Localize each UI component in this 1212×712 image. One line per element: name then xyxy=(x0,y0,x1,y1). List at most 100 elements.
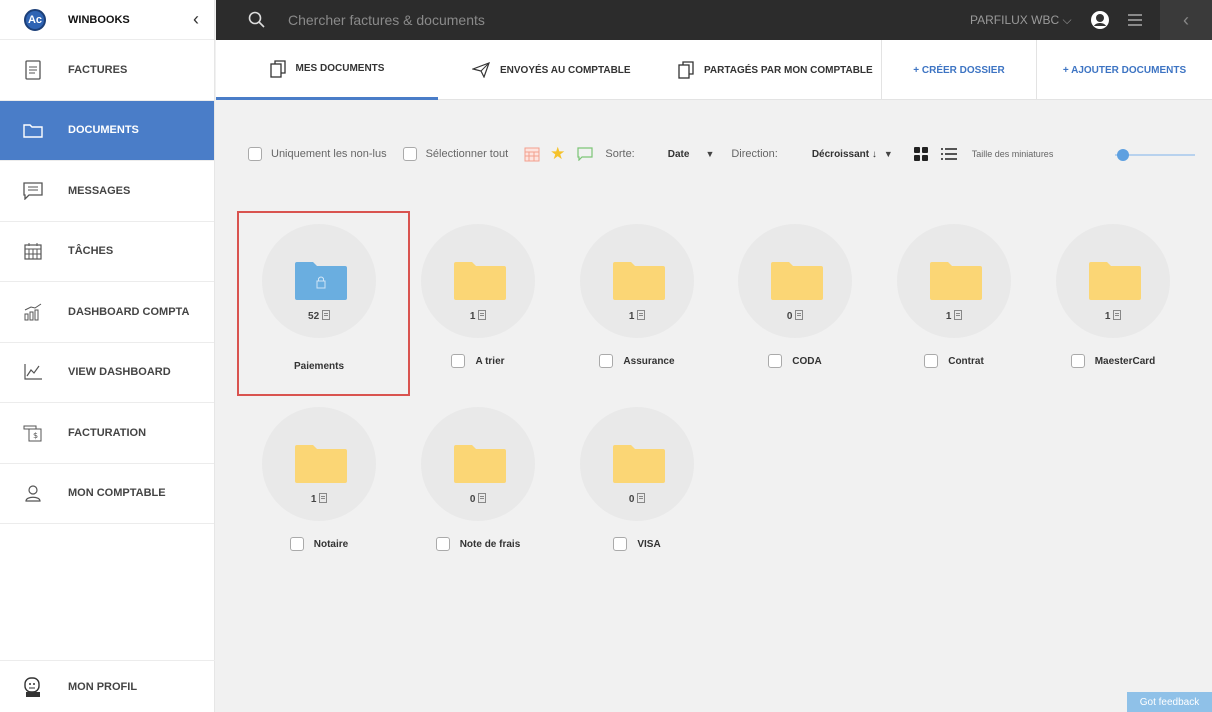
folder-name: Note de frais xyxy=(403,537,553,551)
folder-select-checkbox[interactable] xyxy=(435,537,450,551)
folder-thumbnail[interactable]: 0 xyxy=(421,407,535,521)
company-selector[interactable]: PARFILUX WBC ⌵ xyxy=(970,13,1072,28)
grid-view-icon[interactable] xyxy=(913,146,929,162)
folder-thumbnail[interactable]: 1 xyxy=(421,224,535,338)
folder-thumbnail[interactable]: 1 xyxy=(897,224,1011,338)
folder-item[interactable]: 1 xyxy=(897,224,1011,344)
document-count-value: 52 xyxy=(308,311,320,322)
folder-select-checkbox[interactable] xyxy=(613,537,628,551)
line-chart-icon xyxy=(22,361,44,383)
sidebar-item-label: VIEW DASHBOARD xyxy=(68,366,171,379)
select-all-label: Sélectionner tout xyxy=(425,148,509,160)
select-all-checkbox[interactable] xyxy=(402,147,417,161)
svg-text:$: $ xyxy=(33,431,38,440)
sidebar-item-factures[interactable]: FACTURES xyxy=(0,40,214,101)
folder-document-count: 1 xyxy=(1056,310,1170,322)
folder-select-checkbox[interactable] xyxy=(768,354,783,368)
sidebar-item-documents[interactable]: DOCUMENTS xyxy=(0,100,214,161)
folder-name-label: MaesterCard xyxy=(1094,355,1156,367)
folder-icon xyxy=(613,262,665,300)
sidebar-item-mon-comptable[interactable]: MON COMPTABLE xyxy=(0,464,214,524)
topbar: PARFILUX WBC ⌵ ‹ xyxy=(216,0,1212,40)
folder-select-checkbox[interactable] xyxy=(289,537,304,551)
sidebar-item-facturation[interactable]: $ FACTURATION xyxy=(0,403,214,464)
tab-mes-documents[interactable]: MES DOCUMENTS xyxy=(216,40,438,100)
sidebar-item-dashboard-compta[interactable]: DASHBOARD COMPTA xyxy=(0,282,214,343)
search-icon[interactable] xyxy=(248,11,266,29)
folder-name: Paiements xyxy=(244,361,394,372)
folder-thumbnail[interactable]: 0 xyxy=(738,224,852,338)
folder-select-checkbox[interactable] xyxy=(1070,354,1085,368)
tab-label: ENVOYÉS AU COMPTABLE xyxy=(500,64,631,76)
message-filter-icon[interactable] xyxy=(577,147,593,161)
folder-document-count: 0 xyxy=(580,493,694,505)
user-avatar-icon[interactable] xyxy=(1091,11,1109,29)
sidebar-item-view-dashboard[interactable]: VIEW DASHBOARD xyxy=(0,343,214,403)
folder-name: MaesterCard xyxy=(1038,354,1188,368)
folder-select-checkbox[interactable] xyxy=(924,354,939,368)
folder-icon xyxy=(454,445,506,483)
folder-icon xyxy=(613,445,665,483)
search-input[interactable] xyxy=(288,12,888,28)
folder-select-checkbox[interactable] xyxy=(451,354,466,368)
folder-thumbnail[interactable]: 0 xyxy=(580,407,694,521)
back-chevron-icon[interactable]: ‹ xyxy=(1160,0,1212,40)
folder-thumbnail[interactable]: 1 xyxy=(262,407,376,521)
sidebar: Ac WINBOOKS ‹ FACTURES DOCUMENTS MESSAGE… xyxy=(0,0,215,712)
sidebar-item-label: MESSAGES xyxy=(68,184,131,197)
brand-logo[interactable]: Ac xyxy=(24,8,46,31)
folder-thumbnail[interactable]: 1 xyxy=(1056,224,1170,338)
folder-thumbnail[interactable]: 52 xyxy=(262,224,376,338)
folder-name: VISA xyxy=(562,537,712,551)
create-folder-button[interactable]: + CRÉER DOSSIER xyxy=(881,40,1036,100)
calendar-icon xyxy=(22,240,44,262)
sidebar-item-label: DOCUMENTS xyxy=(68,124,139,137)
add-documents-button[interactable]: + AJOUTER DOCUMENTS xyxy=(1036,40,1212,100)
folder-item[interactable]: 0 xyxy=(738,224,852,344)
document-icon xyxy=(319,310,330,322)
sort-select[interactable]: Date xyxy=(668,149,690,160)
sidebar-item-taches[interactable]: TÂCHES xyxy=(0,222,214,282)
folder-document-count: 1 xyxy=(580,310,694,322)
calendar-filter-icon[interactable] xyxy=(524,146,540,162)
folder-item[interactable]: 1 xyxy=(262,407,376,527)
folder-icon xyxy=(22,119,44,141)
folder-item[interactable]: 1 xyxy=(1056,224,1170,344)
brand: Ac WINBOOKS ‹ xyxy=(0,0,214,40)
tab-partages-par-mon-comptable[interactable]: PARTAGÉS PAR MON COMPTABLE xyxy=(678,40,873,100)
sort-caret-icon[interactable]: ▼ xyxy=(705,149,714,159)
user-icon xyxy=(22,482,44,504)
hamburger-menu-icon[interactable] xyxy=(1128,14,1142,26)
collapse-sidebar-icon[interactable]: ‹ xyxy=(193,10,199,28)
thumb-size-slider-thumb[interactable] xyxy=(1117,149,1129,161)
folder-name: CODA xyxy=(720,354,870,368)
tab-envoyes-au-comptable[interactable]: ENVOYÉS AU COMPTABLE xyxy=(472,40,631,100)
document-icon xyxy=(951,310,963,322)
unread-only-checkbox[interactable] xyxy=(248,147,262,161)
folder-item[interactable]: 0 xyxy=(421,407,535,527)
sidebar-item-label: FACTURATION xyxy=(68,426,147,439)
star-filter-icon[interactable]: ★ xyxy=(550,144,565,164)
billing-icon: $ xyxy=(22,422,44,444)
folder-icon xyxy=(930,262,982,300)
sidebar-item-label: DASHBOARD COMPTA xyxy=(68,305,190,318)
tab-label: PARTAGÉS PAR MON COMPTABLE xyxy=(704,64,873,76)
feedback-button[interactable]: Got feedback xyxy=(1127,692,1212,712)
direction-caret-icon[interactable]: ▼ xyxy=(884,149,893,159)
sidebar-item-messages[interactable]: MESSAGES xyxy=(0,161,214,222)
sidebar-item-label: TÂCHES xyxy=(68,245,114,258)
thumb-size-label: Taille des miniatures xyxy=(971,149,1054,159)
direction-select[interactable]: Décroissant ↓ xyxy=(812,149,877,160)
folder-item[interactable]: 0 xyxy=(580,407,694,527)
list-view-icon[interactable] xyxy=(940,147,957,161)
folder-icon xyxy=(454,262,506,300)
folder-thumbnail[interactable]: 1 xyxy=(580,224,694,338)
folder-item[interactable]: 1 xyxy=(421,224,535,344)
filter-toolbar: Uniquement les non-lus Sélectionner tout… xyxy=(248,144,1053,164)
paper-plane-icon xyxy=(472,62,490,78)
folder-item[interactable]: 52 xyxy=(262,224,376,344)
folder-select-checkbox[interactable] xyxy=(599,354,614,368)
folder-item[interactable]: 1 xyxy=(580,224,694,344)
sidebar-item-mon-profil[interactable]: MON PROFIL xyxy=(0,660,215,712)
folder-document-count: 1 xyxy=(897,310,1011,322)
